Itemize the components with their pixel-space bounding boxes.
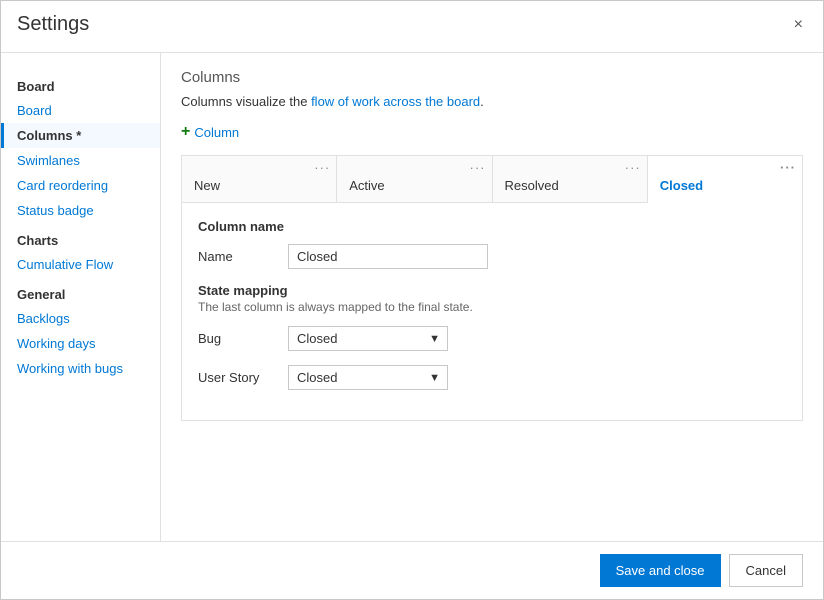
save-close-button[interactable]: Save and close bbox=[600, 554, 721, 587]
tab-new-dots[interactable]: ··· bbox=[314, 160, 330, 175]
sidebar-section-charts: Charts bbox=[1, 223, 160, 252]
tab-new-label: New bbox=[194, 164, 324, 193]
user-story-field-row: User Story Closed Active Resolved ▼ bbox=[198, 365, 786, 390]
name-input[interactable] bbox=[288, 244, 488, 269]
tab-closed-label: Closed bbox=[660, 164, 790, 193]
sidebar-item-cumulative-flow[interactable]: Cumulative Flow bbox=[1, 252, 160, 277]
bug-field-row: Bug Closed Active Resolved ▼ bbox=[198, 326, 786, 351]
dialog-title: Settings bbox=[17, 13, 89, 44]
sidebar-item-backlogs[interactable]: Backlogs bbox=[1, 306, 160, 331]
desc-link[interactable]: flow of work across the board bbox=[311, 94, 480, 109]
add-column-label: Column bbox=[194, 125, 239, 140]
content-title: Columns bbox=[181, 69, 803, 86]
column-detail: Column name Name State mapping The last … bbox=[182, 203, 802, 420]
tab-closed[interactable]: ··· Closed bbox=[648, 156, 802, 203]
name-field-row: Name bbox=[198, 244, 786, 269]
tab-active-dots[interactable]: ··· bbox=[470, 160, 486, 175]
dialog-header: Settings × bbox=[1, 1, 823, 44]
sidebar-item-status-badge[interactable]: Status badge bbox=[1, 198, 160, 223]
tab-resolved-dots[interactable]: ··· bbox=[625, 160, 641, 175]
name-label: Name bbox=[198, 249, 288, 264]
sidebar-item-card-reordering[interactable]: Card reordering bbox=[1, 173, 160, 198]
columns-area: ··· New ··· Active ··· Resolved ··· Clos… bbox=[181, 155, 803, 421]
settings-dialog: Settings × Board Board Columns * Swimlan… bbox=[0, 0, 824, 600]
add-column-button[interactable]: + Column bbox=[181, 123, 803, 141]
cancel-button[interactable]: Cancel bbox=[729, 554, 803, 587]
desc-prefix: Columns visualize the bbox=[181, 94, 311, 109]
dialog-body: Board Board Columns * Swimlanes Card reo… bbox=[1, 52, 823, 541]
tab-active[interactable]: ··· Active bbox=[337, 156, 492, 202]
tab-active-label: Active bbox=[349, 164, 479, 193]
dialog-footer: Save and close Cancel bbox=[1, 541, 823, 599]
desc-suffix: . bbox=[480, 94, 484, 109]
tab-resolved[interactable]: ··· Resolved bbox=[493, 156, 648, 202]
user-story-select[interactable]: Closed Active Resolved bbox=[288, 365, 448, 390]
columns-tabs: ··· New ··· Active ··· Resolved ··· Clos… bbox=[182, 156, 802, 203]
sidebar-item-swimlanes[interactable]: Swimlanes bbox=[1, 148, 160, 173]
sidebar-item-columns[interactable]: Columns * bbox=[1, 123, 160, 148]
bug-select-wrapper: Closed Active Resolved ▼ bbox=[288, 326, 448, 351]
sidebar-section-board: Board bbox=[1, 69, 160, 98]
tab-resolved-label: Resolved bbox=[505, 164, 635, 193]
tab-closed-dots[interactable]: ··· bbox=[780, 160, 796, 175]
bug-label: Bug bbox=[198, 331, 288, 346]
user-story-label: User Story bbox=[198, 370, 288, 385]
sidebar-item-board[interactable]: Board bbox=[1, 98, 160, 123]
sidebar-section-general: General bbox=[1, 277, 160, 306]
bug-select[interactable]: Closed Active Resolved bbox=[288, 326, 448, 351]
content-description: Columns visualize the flow of work acros… bbox=[181, 94, 803, 109]
user-story-select-wrapper: Closed Active Resolved ▼ bbox=[288, 365, 448, 390]
sidebar: Board Board Columns * Swimlanes Card reo… bbox=[1, 53, 161, 541]
add-icon: + bbox=[181, 123, 190, 141]
sidebar-item-working-with-bugs[interactable]: Working with bugs bbox=[1, 356, 160, 381]
sidebar-item-working-days[interactable]: Working days bbox=[1, 331, 160, 356]
close-button[interactable]: × bbox=[790, 13, 807, 37]
state-mapping-desc: The last column is always mapped to the … bbox=[198, 300, 786, 314]
content-area: Columns Columns visualize the flow of wo… bbox=[161, 53, 823, 541]
column-name-section-label: Column name bbox=[198, 219, 786, 234]
state-mapping-title: State mapping bbox=[198, 283, 786, 298]
tab-new[interactable]: ··· New bbox=[182, 156, 337, 202]
